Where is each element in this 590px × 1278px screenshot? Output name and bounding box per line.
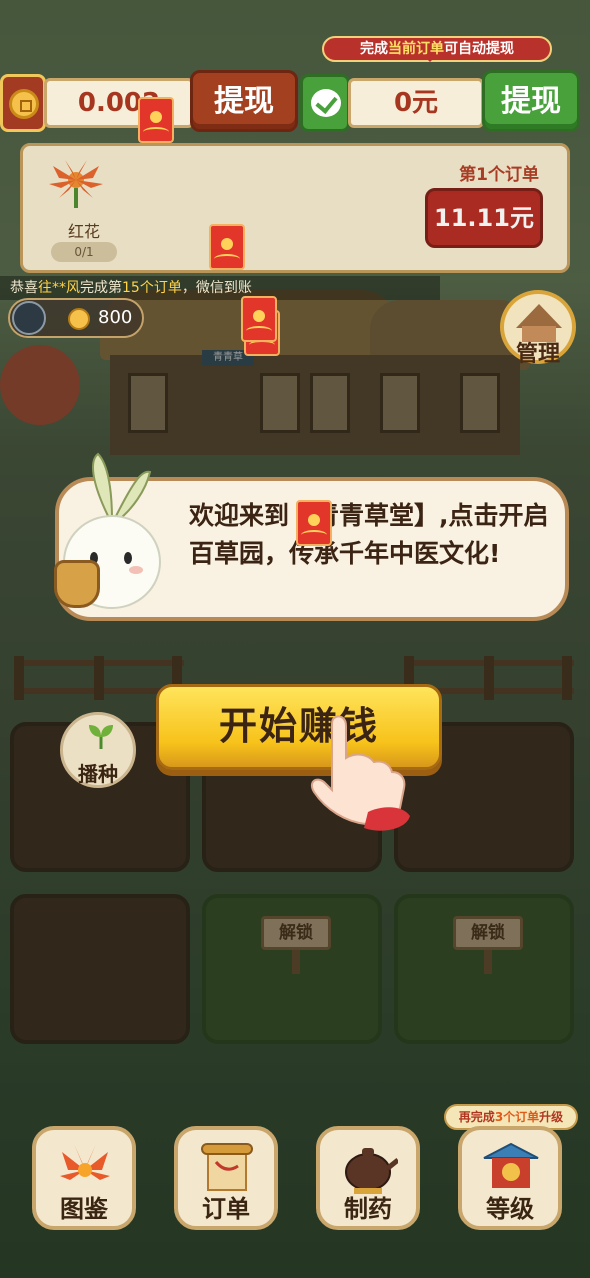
red-flower-icon [49,160,103,208]
house-icon [516,304,562,328]
nav-encyclopedia-button[interactable]: 图鉴 [32,1126,136,1230]
wechat-pay-icon [311,89,341,117]
order-index-label: 第1个订单 [459,165,539,185]
nav-label: 制药 [344,1195,392,1223]
tip-text: 再完成 [458,1110,495,1124]
ticker-user: 往**风 [38,280,80,296]
ticker-text: 完成第 [80,280,122,296]
nav-label: 订单 [202,1195,250,1223]
red-packet-icon[interactable] [209,224,245,270]
tip-text: 升级 [539,1110,564,1124]
ticker-count: 15个订单 [122,280,182,296]
avatar[interactable] [12,301,46,335]
sprout-icon [89,725,113,749]
news-ticker: 恭喜往**风完成第15个订单，微信到账 [0,276,440,300]
order-reward-amount[interactable]: 11.11元 [425,188,543,248]
tip-highlight: 3个订单 [494,1110,540,1124]
coin-withdraw-button[interactable]: 提现 [190,70,298,132]
teapot-icon [345,1148,398,1194]
ticker-text: ，微信到账 [181,280,252,296]
nav-orders-button[interactable]: 订单 [174,1126,278,1230]
order-panel[interactable]: 红花 0/1 第1个订单 11.11元 [20,143,570,273]
tip-highlight: 当前订单 [388,41,444,57]
cash-balance-value: 0元 [348,78,484,128]
pavilion-icon [483,1142,539,1188]
cash-withdraw-button[interactable]: 提现 [482,70,580,132]
scroll-icon [201,1143,253,1191]
sow-label[interactable]: 播种 [60,758,136,787]
ticker-text: 恭喜 [10,280,38,296]
tip-text: 可自动提现 [444,41,514,57]
nav-label: 等级 [486,1195,534,1223]
tap-hand-pointer-icon [310,715,410,831]
herb-basket-icon [54,560,100,608]
red-packet-icon[interactable] [296,500,332,546]
coin-balance-icon-box [0,74,46,132]
coin-icon [68,308,90,330]
nav-label: 图鉴 [60,1195,108,1223]
red-packet-icon[interactable] [241,296,277,342]
flower-icon [60,1144,110,1180]
tutorial-dialog-text: 欢迎来到【青青草堂】,点击开启百草园，传承千年中医文化! [189,501,549,568]
nav-level-button[interactable]: 等级 [458,1126,562,1230]
order-item-progress: 0/1 [51,242,117,262]
coin-icon [9,89,39,119]
nav-medicine-button[interactable]: 制药 [316,1126,420,1230]
manage-label[interactable]: 管理 [508,336,568,368]
red-packet-icon[interactable] [138,97,174,143]
player-info-pill[interactable]: 800 [8,298,144,338]
wechat-cash-icon-box [300,74,350,132]
tip-text: 完成 [360,41,388,57]
order-item-name: 红花 [67,222,100,241]
player-coin-count: 800 [98,307,133,328]
auto-withdraw-tip: 完成当前订单可自动提现 [322,36,552,62]
